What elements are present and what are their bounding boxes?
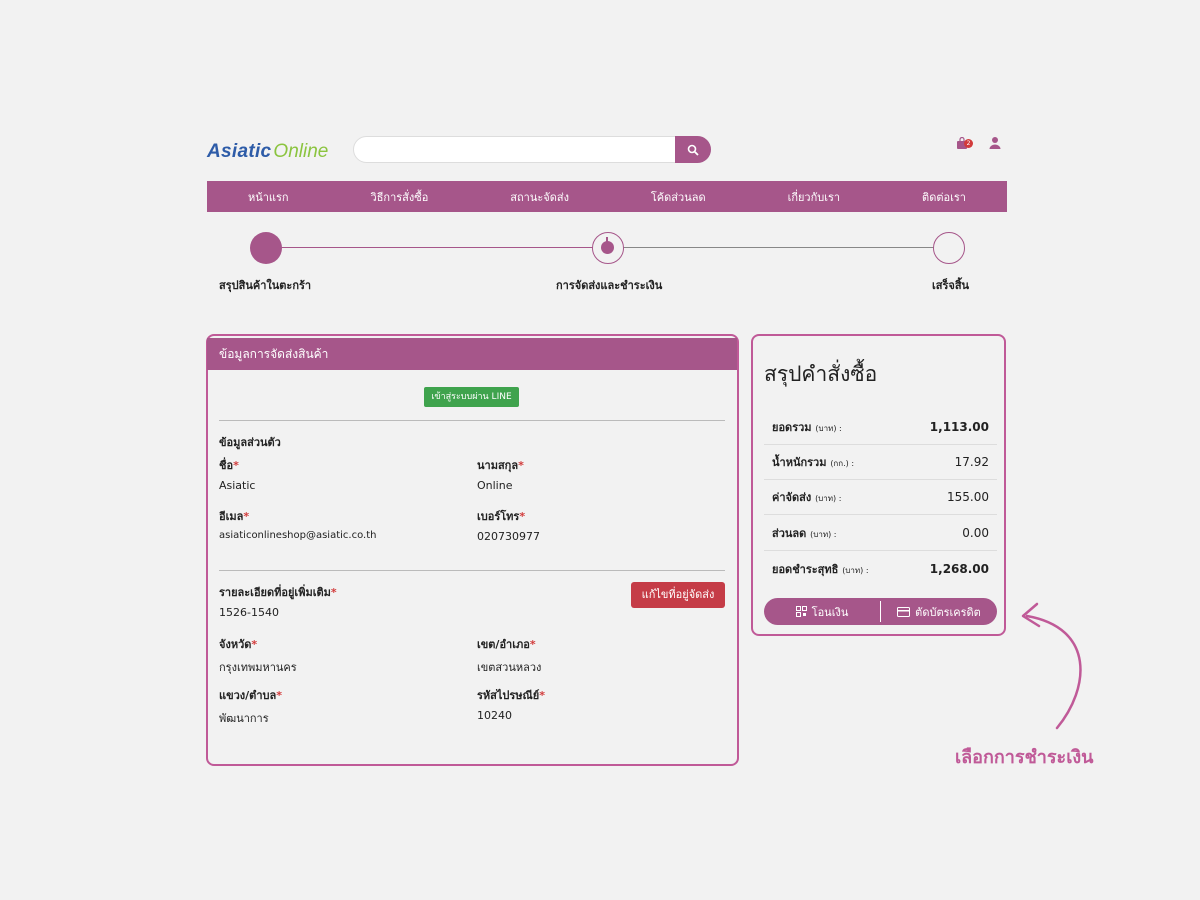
nav-about-us[interactable]: เกี่ยวกับเรา	[788, 188, 841, 206]
district-value: เขตสวนหลวง	[477, 661, 542, 674]
divider	[219, 570, 725, 571]
phone-label: เบอร์โทร*	[477, 510, 526, 523]
email-value: asiaticonlineshop@asiatic.co.th	[219, 530, 377, 541]
step-3-label: เสร็จสิ้น	[932, 279, 970, 292]
step-3-circle	[933, 232, 965, 264]
summary-label: ค่าจัดส่ง	[772, 491, 812, 504]
nav-discount-code[interactable]: โค้ดส่วนลด	[651, 188, 706, 206]
province-value: กรุงเทพมหานคร	[219, 661, 297, 674]
summary-row-shipping: ค่าจัดส่ง (บาท) : 155.00	[764, 480, 997, 515]
first-name-value: Asiatic	[219, 479, 256, 492]
logo-text-asiatic: Asiatic	[207, 141, 272, 162]
summary-label: ส่วนลด	[772, 527, 807, 540]
summary-label: ยอดรวม	[772, 421, 812, 434]
nav-how-to-order[interactable]: วิธีการสั่งซื้อ	[371, 188, 429, 206]
main-nav: หน้าแรก วิธีการสั่งซื้อ สถานะจัดส่ง โค้ด…	[207, 181, 1007, 212]
shipping-panel-title: ข้อมูลการจัดส่งสินค้า	[207, 338, 737, 370]
summary-unit: (กก.) :	[830, 459, 855, 468]
subdistrict-label: แขวง/ตำบล*	[219, 689, 282, 702]
search-input[interactable]	[364, 137, 668, 164]
payment-options: โอนเงิน ตัดบัตรเครดิต	[764, 598, 997, 625]
step-1-label: สรุปสินค้าในตะกร้า	[219, 279, 312, 292]
pay-transfer-button[interactable]: โอนเงิน	[764, 598, 880, 625]
credit-card-icon	[897, 606, 911, 617]
pay-credit-card-button[interactable]: ตัดบัตรเครดิต	[881, 598, 997, 625]
nav-contact-us[interactable]: ติดต่อเรา	[922, 188, 966, 206]
step-1-circle	[250, 232, 282, 264]
summary-label: น้ำหนักรวม	[772, 456, 827, 469]
step-2-label: การจัดส่งและชำระเงิน	[556, 279, 663, 292]
summary-label: ยอดชำระสุทธิ	[772, 562, 839, 576]
search-icon	[687, 144, 699, 156]
user-icon[interactable]	[988, 136, 1002, 150]
annotation-arrow-icon	[1021, 602, 1082, 730]
summary-unit: (บาท) :	[815, 494, 842, 503]
search-button[interactable]	[675, 136, 711, 163]
subdistrict-value: พัฒนาการ	[219, 712, 269, 725]
annotation-text: เลือกการชำระเงิน	[955, 747, 1094, 768]
address-label: รายละเอียดที่อยู่เพิ่มเติม*	[219, 586, 337, 599]
step-progress-line	[266, 247, 608, 248]
logo-text-online: Online	[273, 141, 329, 162]
postcode-label: รหัสไปรษณีย์*	[477, 689, 545, 702]
district-label: เขต/อำเภอ*	[477, 638, 536, 651]
summary-value: 17.92	[954, 455, 989, 469]
last-name-value: Online	[477, 479, 513, 492]
summary-row-subtotal: ยอดรวม (บาท) : 1,113.00	[764, 410, 997, 445]
email-label: อีเมล*	[219, 510, 250, 523]
summary-value: 1,113.00	[929, 420, 989, 434]
cart-count-badge: 2	[964, 139, 973, 148]
line-login-button[interactable]: เข้าสู่ระบบผ่าน LINE	[424, 387, 519, 407]
summary-unit: (บาท) :	[815, 424, 842, 433]
summary-value: 0.00	[962, 526, 989, 540]
summary-value: 155.00	[947, 490, 989, 504]
phone-value: 020730977	[477, 530, 540, 543]
search-bar	[353, 136, 711, 164]
summary-row-total: ยอดชำระสุทธิ (บาท) : 1,268.00	[764, 551, 997, 586]
summary-value: 1,268.00	[929, 561, 989, 576]
step-2-circle	[592, 232, 624, 264]
personal-info-heading: ข้อมูลส่วนตัว	[219, 436, 281, 449]
summary-unit: (บาท) :	[842, 565, 869, 575]
summary-row-weight: น้ำหนักรวม (กก.) : 17.92	[764, 445, 997, 480]
pay-transfer-label: โอนเงิน	[811, 605, 849, 619]
address-value: 1526-1540	[219, 606, 279, 619]
province-label: จังหวัด*	[219, 638, 258, 651]
divider	[219, 420, 725, 421]
qr-code-icon	[795, 606, 807, 617]
site-logo[interactable]: Asiatic Online	[207, 133, 328, 163]
pay-credit-card-label: ตัดบัตรเครดิต	[915, 605, 981, 619]
nav-home[interactable]: หน้าแรก	[248, 188, 289, 206]
summary-row-discount: ส่วนลด (บาท) : 0.00	[764, 516, 997, 551]
step-remaining-line	[608, 247, 949, 248]
edit-address-button[interactable]: แก้ไขที่อยู่จัดส่ง	[631, 582, 725, 608]
nav-shipping-status[interactable]: สถานะจัดส่ง	[510, 188, 569, 206]
order-summary-title: สรุปคำสั่งซื้อ	[764, 362, 878, 386]
first-name-label: ชื่อ*	[219, 459, 239, 472]
last-name-label: นามสกุล*	[477, 459, 524, 472]
summary-unit: (บาท) :	[810, 530, 837, 539]
postcode-value: 10240	[477, 709, 512, 722]
